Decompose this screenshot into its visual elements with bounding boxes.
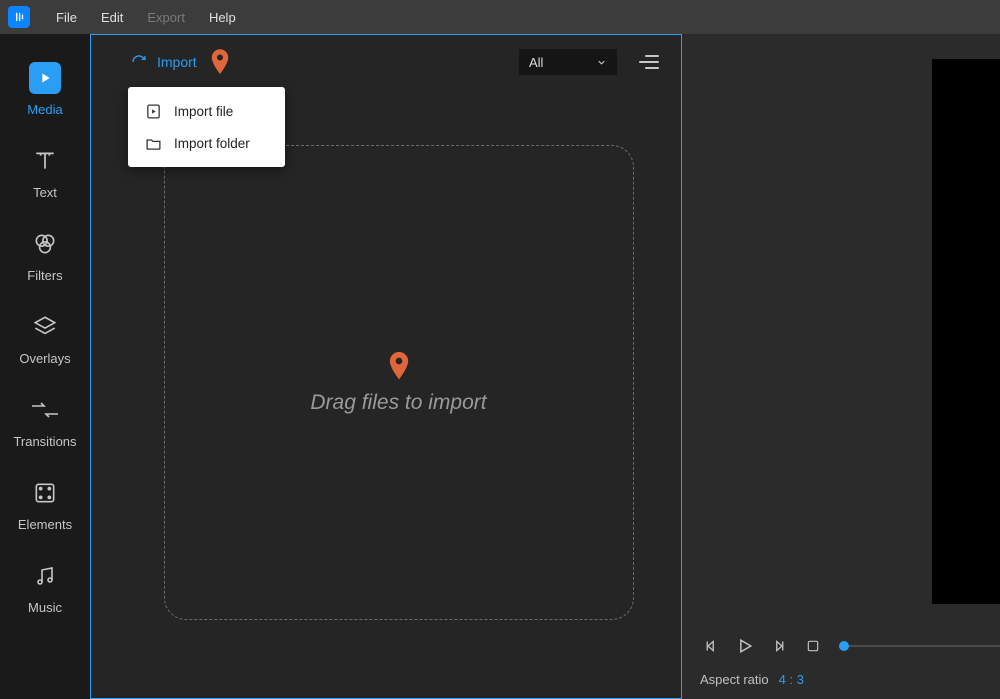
sidebar-item-media[interactable]: Media: [0, 48, 90, 131]
import-folder-option[interactable]: Import folder: [128, 127, 285, 159]
sidebar-label-overlays: Overlays: [19, 351, 70, 366]
dropzone-hint: Drag files to import: [310, 391, 486, 415]
sidebar-item-overlays[interactable]: Overlays: [0, 297, 90, 380]
overlays-icon: [29, 311, 61, 343]
elements-icon: [29, 477, 61, 509]
sidebar-item-filters[interactable]: Filters: [0, 214, 90, 297]
file-play-icon: [144, 102, 162, 120]
sidebar-label-elements: Elements: [18, 517, 72, 532]
sidebar-label-music: Music: [28, 600, 62, 615]
play-icon: [29, 62, 61, 94]
annotation-pin-icon: [389, 351, 409, 381]
media-toolbar: Import All: [91, 35, 681, 89]
sidebar-label-text: Text: [33, 185, 57, 200]
folder-icon: [144, 134, 162, 152]
app-logo: [8, 6, 30, 28]
import-dropdown: Import file Import folder: [128, 87, 285, 167]
menu-file[interactable]: File: [44, 0, 89, 34]
sidebar-label-filters: Filters: [27, 268, 62, 283]
media-panel: Import All Import file: [90, 34, 682, 699]
aspect-ratio-label: Aspect ratio: [700, 672, 769, 687]
list-view-button[interactable]: [639, 51, 661, 73]
sidebar-item-text[interactable]: Text: [0, 131, 90, 214]
menu-help[interactable]: Help: [197, 0, 248, 34]
import-file-label: Import file: [174, 104, 233, 119]
import-button[interactable]: Import: [131, 54, 197, 70]
sidebar-item-music[interactable]: Music: [0, 546, 90, 629]
aspect-ratio-value[interactable]: 4 : 3: [779, 672, 804, 687]
preview-controls: [700, 635, 1000, 657]
text-icon: [29, 145, 61, 177]
filter-dropdown[interactable]: All: [519, 49, 617, 75]
menu-edit[interactable]: Edit: [89, 0, 135, 34]
import-folder-label: Import folder: [174, 136, 250, 151]
menu-export: Export: [135, 0, 197, 34]
filters-icon: [29, 228, 61, 260]
sidebar-label-transitions: Transitions: [13, 434, 76, 449]
music-icon: [29, 560, 61, 592]
stop-button[interactable]: [802, 635, 824, 657]
sidebar-item-elements[interactable]: Elements: [0, 463, 90, 546]
next-frame-button[interactable]: [768, 635, 790, 657]
filter-selected: All: [529, 55, 543, 70]
import-label: Import: [157, 54, 197, 70]
aspect-ratio-row: Aspect ratio 4 : 3: [700, 672, 804, 687]
sidebar-item-transitions[interactable]: Transitions: [0, 380, 90, 463]
play-button[interactable]: [734, 635, 756, 657]
annotation-pin-icon: [211, 49, 229, 75]
menubar: File Edit Export Help: [0, 0, 1000, 34]
refresh-icon: [131, 54, 147, 70]
dropzone[interactable]: Drag files to import: [164, 145, 634, 620]
preview-video-area: [932, 59, 1000, 604]
seek-bar[interactable]: [844, 645, 1000, 647]
transitions-icon: [29, 394, 61, 426]
preview-panel: Aspect ratio 4 : 3: [682, 34, 1000, 699]
seek-handle[interactable]: [839, 641, 849, 651]
sidebar: Media Text Filters Overlays Transitions: [0, 34, 90, 699]
sidebar-label-media: Media: [27, 102, 62, 117]
prev-frame-button[interactable]: [700, 635, 722, 657]
import-file-option[interactable]: Import file: [128, 95, 285, 127]
dropzone-container: Drag files to import: [91, 89, 681, 698]
chevron-down-icon: [596, 57, 607, 68]
